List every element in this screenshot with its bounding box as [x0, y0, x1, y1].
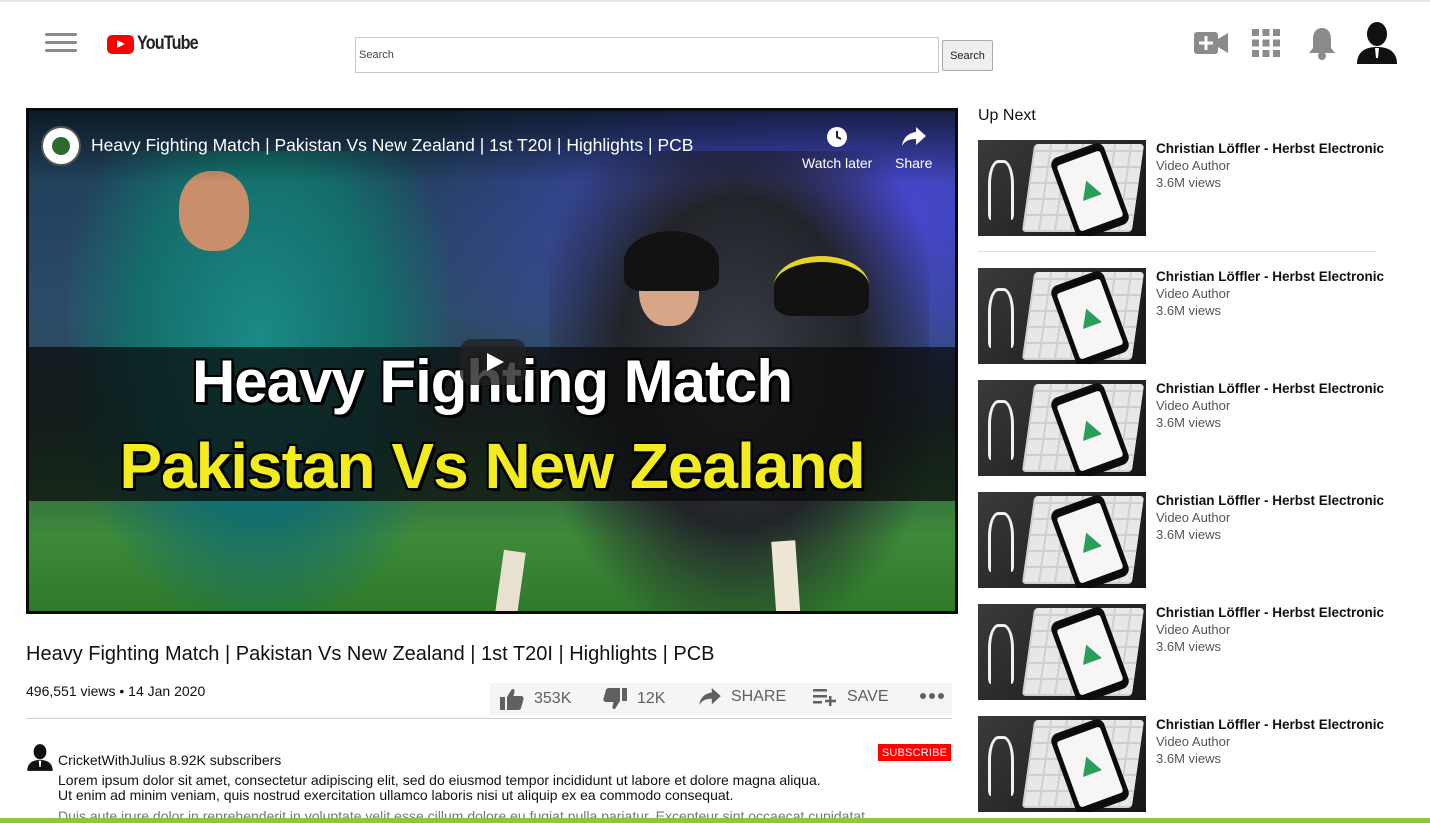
- channel-avatar-icon[interactable]: [26, 744, 54, 776]
- play-icon[interactable]: [460, 339, 526, 385]
- recommended-views: 3.6M views: [1156, 415, 1222, 430]
- save-label: SAVE: [847, 688, 889, 705]
- recommended-author: Video Author: [1156, 286, 1231, 301]
- recommended-video[interactable]: Christian Löffler - Herbst Electronic Vi…: [978, 604, 1384, 700]
- share-arrow-icon: [895, 123, 932, 151]
- recommended-video[interactable]: Christian Löffler - Herbst Electronic Vi…: [978, 140, 1384, 236]
- recommended-views: 3.6M views: [1156, 639, 1222, 654]
- youtube-logo-icon: [107, 34, 134, 54]
- thumbs-up-icon: [500, 689, 524, 710]
- recommended-title[interactable]: Christian Löffler - Herbst Electronic: [1156, 381, 1384, 396]
- clock-icon: [802, 123, 872, 151]
- dislike-count: 12K: [637, 690, 666, 707]
- recommended-video[interactable]: Christian Löffler - Herbst Electronic Vi…: [978, 380, 1384, 476]
- create-video-icon[interactable]: [1194, 30, 1228, 56]
- video-description: Lorem ipsum dolor sit amet, consectetur …: [58, 773, 865, 823]
- save-button[interactable]: SAVE: [813, 688, 889, 706]
- recommended-title[interactable]: Christian Löffler - Herbst Electronic: [1156, 493, 1384, 508]
- more-icon[interactable]: [919, 692, 945, 700]
- bottom-accent-bar: [0, 818, 1430, 823]
- recommended-author: Video Author: [1156, 398, 1231, 413]
- notifications-bell-icon[interactable]: [1307, 26, 1337, 60]
- channel-logo-icon[interactable]: [41, 126, 81, 166]
- recommended-video[interactable]: Christian Löffler - Herbst Electronic Vi…: [978, 716, 1384, 812]
- thumbs-down-icon: [603, 688, 627, 709]
- search-input[interactable]: [355, 37, 939, 73]
- share-label: SHARE: [731, 688, 787, 705]
- top-border: [0, 0, 1430, 2]
- watch-later-label: Watch later: [802, 155, 873, 171]
- recommended-author: Video Author: [1156, 510, 1231, 525]
- video-meta: 496,551 views • 14 Jan 2020: [26, 683, 206, 699]
- recommended-author: Video Author: [1156, 158, 1231, 173]
- subscribe-button[interactable]: SUBSCRIBE: [878, 744, 951, 761]
- like-button[interactable]: 353K: [500, 688, 571, 710]
- share-overlay-button[interactable]: Share: [895, 123, 932, 171]
- search-button[interactable]: Search: [942, 40, 993, 71]
- recommended-title[interactable]: Christian Löffler - Herbst Electronic: [1156, 269, 1384, 284]
- divider: [26, 718, 952, 719]
- recommended-thumbnail[interactable]: [978, 604, 1146, 700]
- share-button[interactable]: SHARE: [699, 688, 786, 706]
- video-title: Heavy Fighting Match | Pakistan Vs New Z…: [26, 643, 715, 665]
- recommended-author: Video Author: [1156, 622, 1231, 637]
- player-title[interactable]: Heavy Fighting Match | Pakistan Vs New Z…: [91, 135, 693, 156]
- recommended-views: 3.6M views: [1156, 175, 1222, 190]
- recommended-views: 3.6M views: [1156, 527, 1222, 542]
- watch-later-button[interactable]: Watch later: [802, 123, 872, 171]
- recommended-views: 3.6M views: [1156, 751, 1222, 766]
- recommended-thumbnail[interactable]: [978, 268, 1146, 364]
- dislike-button[interactable]: 12K: [603, 688, 665, 710]
- recommended-thumbnail[interactable]: [978, 716, 1146, 812]
- share-overlay-label: Share: [895, 155, 933, 171]
- description-line: Lorem ipsum dolor sit amet, consectetur …: [58, 772, 821, 788]
- recommended-video[interactable]: Christian Löffler - Herbst Electronic Vi…: [978, 492, 1384, 588]
- description-line: Ut enim ad minim veniam, quis nostrud ex…: [58, 787, 734, 803]
- recommended-author: Video Author: [1156, 734, 1231, 749]
- recommended-title[interactable]: Christian Löffler - Herbst Electronic: [1156, 141, 1384, 156]
- sidebar-divider: [978, 251, 1376, 252]
- like-count: 353K: [534, 690, 572, 707]
- channel-info[interactable]: CricketWithJulius 8.92K subscribers: [58, 752, 281, 768]
- youtube-logo[interactable]: YouTube: [107, 33, 208, 54]
- account-avatar-icon[interactable]: [1355, 22, 1399, 64]
- share-arrow-icon: [699, 688, 721, 706]
- recommended-thumbnail[interactable]: [978, 492, 1146, 588]
- recommended-thumbnail[interactable]: [978, 380, 1146, 476]
- thumbnail-subheadline: Pakistan Vs New Zealand: [119, 430, 865, 502]
- video-actions-bar: 353K 12K SHARE SAVE: [490, 683, 952, 715]
- playlist-add-icon: [813, 689, 836, 706]
- up-next-heading: Up Next: [978, 107, 1036, 124]
- recommended-title[interactable]: Christian Löffler - Herbst Electronic: [1156, 717, 1384, 732]
- apps-grid-icon[interactable]: [1252, 29, 1280, 57]
- logo-text: YouTube: [137, 33, 199, 54]
- recommended-title[interactable]: Christian Löffler - Herbst Electronic: [1156, 605, 1384, 620]
- recommended-video[interactable]: Christian Löffler - Herbst Electronic Vi…: [978, 268, 1384, 364]
- menu-icon[interactable]: [45, 33, 77, 53]
- recommended-views: 3.6M views: [1156, 303, 1222, 318]
- video-player[interactable]: Heavy Fighting Match Pakistan Vs New Zea…: [26, 108, 958, 614]
- recommended-thumbnail[interactable]: [978, 140, 1146, 236]
